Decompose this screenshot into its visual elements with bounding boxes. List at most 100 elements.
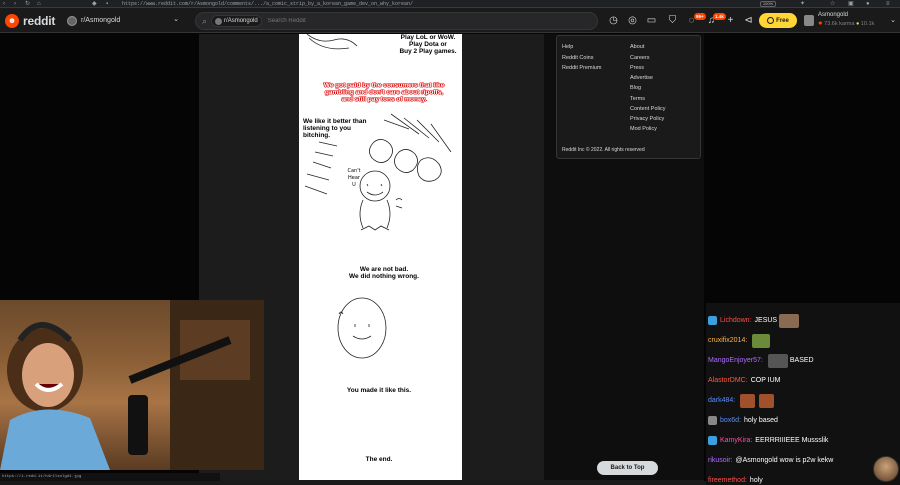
community-dropdown[interactable]: r/Asmongold ⌄ bbox=[63, 12, 185, 29]
chat-text: EERRRIIIEEE Mussslik bbox=[755, 437, 829, 444]
chat-text: BASED bbox=[789, 357, 814, 364]
badge-icon bbox=[708, 436, 717, 445]
footer-link-content-policy[interactable]: Content Policy bbox=[630, 106, 665, 112]
chat-message: fireemethod: holy bbox=[708, 472, 763, 485]
comic-text-top: Play LoL or WoW. Play Dota or Buy 2 Play… bbox=[399, 34, 457, 55]
video-icon[interactable]: ▭ bbox=[646, 15, 657, 26]
webcam-caption: https://i.redd.it/h4r1lsnlgd1.jpg bbox=[0, 473, 220, 481]
avatar bbox=[804, 15, 814, 26]
comic-text-better: We like it better than listening to you … bbox=[303, 118, 367, 139]
emote-icon bbox=[752, 333, 771, 348]
search-chip-label: r/Asmongold bbox=[224, 18, 258, 24]
streamer-avatar bbox=[873, 456, 899, 482]
chat-username[interactable]: cruxifix2014: bbox=[708, 337, 747, 344]
chat-message: box6d: holy based bbox=[708, 412, 778, 429]
chat-username[interactable]: rikusoir: bbox=[708, 457, 733, 464]
chat-text: holy based bbox=[744, 417, 778, 424]
footer-link-terms[interactable]: Terms bbox=[630, 96, 645, 102]
back-to-top-button[interactable]: Back to Top bbox=[597, 461, 658, 475]
chat-message: cruxifix2014: bbox=[708, 332, 772, 349]
chat-message: AlastorDMC: COP IUM bbox=[708, 372, 781, 389]
bookmark-icon[interactable]: ☆ bbox=[830, 1, 836, 7]
logo-text: reddit bbox=[23, 13, 56, 28]
comic-image[interactable]: Play LoL or WoW. Play Dota or Buy 2 Play… bbox=[299, 34, 462, 480]
shield-icon[interactable]: ⛉ bbox=[667, 15, 678, 26]
footer-link-privacy-policy[interactable]: Privacy Policy bbox=[630, 116, 664, 122]
chevron-down-icon: ⌄ bbox=[890, 17, 896, 24]
comic-text-made: You made it like this. bbox=[346, 387, 412, 394]
chat-username[interactable]: Lichdown: bbox=[720, 317, 752, 324]
menu-icon[interactable]: ≡ bbox=[886, 1, 892, 7]
stream-chat: Lichdown: JESUS cruxifix2014: MangoEnjoy… bbox=[706, 303, 900, 485]
chevron-down-icon: ⌄ bbox=[173, 16, 179, 23]
chat-message: KamyKira: EERRRIIIEEE Mussslik bbox=[708, 432, 828, 449]
chat-username[interactable]: box6d: bbox=[720, 417, 741, 424]
shield-icon[interactable]: ◆ bbox=[92, 1, 98, 7]
chat-message: Lichdown: JESUS bbox=[708, 312, 801, 329]
address-bar[interactable]: https://www.reddit.com/r/Asmongold/comme… bbox=[122, 0, 413, 8]
chat-message: dark484: bbox=[708, 392, 776, 409]
karma-info: ✹ 73.6k karma ● 10.1k bbox=[818, 21, 874, 27]
coins-count: 10.1k bbox=[860, 21, 875, 27]
home-icon[interactable]: ⌂ bbox=[37, 1, 43, 7]
chat-username[interactable]: MangoEnjoyer57: bbox=[708, 357, 763, 364]
reload-icon[interactable]: ↻ bbox=[25, 1, 31, 7]
free-coins-button[interactable]: Free bbox=[759, 13, 797, 28]
footer-link-coins[interactable]: Reddit Coins bbox=[562, 55, 594, 61]
extension-icon[interactable]: ▣ bbox=[848, 1, 854, 7]
coins-icon[interactable]: ◎ bbox=[627, 15, 638, 26]
comic-doodle-text: Can't Hear U bbox=[347, 168, 361, 188]
browser-toolbar: ‹ › ↻ ⌂ ◆ ▪ https://www.reddit.com/r/Asm… bbox=[0, 0, 900, 8]
emote-icon bbox=[767, 353, 788, 368]
emote-icon bbox=[779, 313, 800, 328]
notification-badge: 1.4k bbox=[713, 13, 726, 20]
chat-text: COP IUM bbox=[750, 377, 781, 384]
forward-icon[interactable]: › bbox=[14, 1, 20, 7]
free-label: Free bbox=[776, 17, 789, 24]
user-dropdown[interactable]: Asmongold ✹ 73.6k karma ● 10.1k ⌄ bbox=[802, 11, 898, 30]
search-community-chip[interactable]: r/Asmongold bbox=[211, 15, 262, 27]
reddit-logo-icon: ☻ bbox=[5, 13, 19, 28]
reddit-logo[interactable]: ☻ reddit bbox=[5, 13, 55, 28]
plus-icon[interactable]: + bbox=[725, 15, 736, 26]
emote-strip bbox=[706, 303, 900, 309]
comic-text-paid: We got paid by the consumers that like g… bbox=[323, 82, 445, 103]
footer-link-premium[interactable]: Reddit Premium bbox=[562, 65, 601, 71]
community-avatar bbox=[67, 15, 77, 26]
popular-icon[interactable]: ◷ bbox=[608, 15, 619, 26]
chat-badge: 99+ bbox=[694, 13, 706, 20]
coin-icon bbox=[767, 17, 775, 24]
chat-username[interactable]: dark484: bbox=[708, 397, 735, 404]
comic-text-end: The end. bbox=[365, 456, 393, 463]
reddit-header: ☻ reddit r/Asmongold ⌄ ⌕ r/Asmongold ◷ ◎… bbox=[0, 8, 900, 33]
chat-username[interactable]: KamyKira: bbox=[720, 437, 752, 444]
webcam-overlay bbox=[0, 300, 264, 470]
extension-icon[interactable]: ● bbox=[866, 1, 872, 7]
footer-link-blog[interactable]: Blog bbox=[630, 85, 641, 91]
lock-icon: ▪ bbox=[106, 1, 109, 7]
footer-link-mod-policy[interactable]: Mod Policy bbox=[630, 126, 657, 132]
megaphone-icon[interactable]: ⊲ bbox=[743, 15, 754, 26]
username: Asmongold bbox=[818, 12, 849, 18]
search-bar[interactable]: ⌕ r/Asmongold bbox=[195, 12, 598, 30]
chat-username[interactable]: fireemethod: bbox=[708, 477, 747, 484]
footer-link-press[interactable]: Press bbox=[630, 65, 644, 71]
search-input[interactable] bbox=[265, 17, 516, 25]
extension-icon[interactable]: ✦ bbox=[800, 1, 806, 7]
footer-link-advertise[interactable]: Advertise bbox=[630, 75, 653, 81]
back-icon[interactable]: ‹ bbox=[3, 1, 9, 7]
chat-message: MangoEnjoyer57: BASED bbox=[708, 352, 814, 369]
footer-link-about[interactable]: About bbox=[630, 44, 644, 50]
karma-count: 73.6k karma bbox=[824, 21, 855, 27]
chat-username[interactable]: AlastorDMC: bbox=[708, 377, 748, 384]
badge-icon bbox=[708, 416, 717, 425]
footer-links-card: Help Reddit Coins Reddit Premium About C… bbox=[556, 35, 701, 159]
karma-icon: ✹ bbox=[818, 21, 823, 27]
comic-text-not-bad: We are not bad. We did nothing wrong. bbox=[349, 266, 419, 280]
footer-link-help[interactable]: Help bbox=[562, 44, 573, 50]
zoom-level[interactable]: 100% bbox=[760, 1, 776, 7]
webcam-scene bbox=[0, 300, 264, 470]
footer-link-careers[interactable]: Careers bbox=[630, 55, 650, 61]
emote-icon bbox=[759, 393, 775, 408]
chat-message: rikusoir: @Asmongold wow is p2w kekw bbox=[708, 452, 833, 469]
